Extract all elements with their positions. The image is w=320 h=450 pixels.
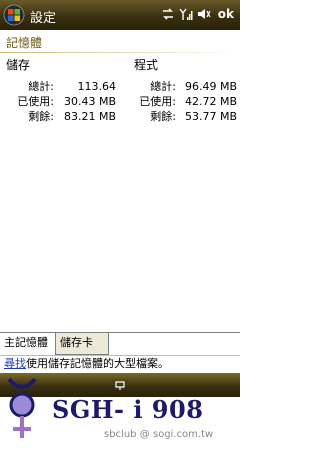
storage-used-value: 30.43 MB (63, 95, 116, 108)
storage-total-label: 總計: (28, 80, 54, 93)
status-icons: ok (161, 7, 234, 21)
ok-button[interactable]: ok (218, 7, 234, 21)
volume-icon[interactable] (197, 7, 211, 21)
program-total-row: 總計: 96.49 MB (134, 79, 238, 94)
storage-total-value: 113.64 (77, 80, 117, 93)
title-bar: 設定 ok (0, 0, 240, 30)
program-used-label: 已使用: (139, 95, 176, 108)
storage-used-row: 已使用: 30.43 MB (6, 94, 116, 109)
signal-icon[interactable] (179, 7, 193, 21)
watermark: SGH- i 908 sbclub @ sogi.com.tw (0, 377, 240, 450)
storage-free-row: 剩餘: 83.21 MB (6, 109, 116, 124)
storage-free-label: 剩餘: (28, 110, 54, 123)
hint-text: 使用儲存記憶體的大型檔案。 (26, 357, 169, 370)
storage-heading: 儲存 (6, 58, 31, 72)
page-header: 記憶體 (0, 30, 240, 53)
program-used-value: 42.72 MB (184, 95, 237, 108)
page-title: 記憶體 (6, 36, 43, 50)
storage-memory-panel: 儲存 總計: 113.64 已使用: 30.43 MB 剩餘: 83.21 MB (6, 58, 116, 124)
program-free-value: 53.77 MB (184, 110, 237, 123)
program-total-label: 總計: (150, 80, 176, 93)
venus-symbol-logo (7, 377, 37, 438)
program-total-value: 96.49 MB (184, 80, 237, 93)
windows-start-icon[interactable] (3, 4, 25, 26)
find-link[interactable]: 尋找 (4, 357, 26, 370)
window-title: 設定 (30, 11, 57, 26)
storage-free-value: 83.21 MB (63, 110, 116, 123)
brand-watermark: SGH- i 908 (52, 395, 204, 424)
storage-used-label: 已使用: (17, 95, 54, 108)
storage-total-row: 總計: 113.64 (6, 79, 116, 94)
tab-storage-card[interactable]: 儲存卡 (55, 333, 109, 355)
program-free-row: 剩餘: 53.77 MB (134, 109, 238, 124)
program-heading: 程式 (134, 58, 159, 72)
tab-main-memory[interactable]: 主記憶體 (0, 333, 59, 354)
keyboard-icon[interactable] (113, 378, 127, 392)
tab-strip: 主記憶體 儲存卡 (0, 332, 240, 355)
credit-watermark: sbclub @ sogi.com.tw (104, 429, 214, 440)
program-used-row: 已使用: 42.72 MB (134, 94, 238, 109)
program-free-label: 剩餘: (150, 110, 176, 123)
sync-icon[interactable] (161, 7, 175, 21)
program-memory-panel: 程式 總計: 96.49 MB 已使用: 42.72 MB 剩餘: 53.77 … (134, 58, 238, 124)
header-divider (0, 52, 240, 53)
large-files-hint: 尋找使用儲存記憶體的大型檔案。 (0, 355, 240, 373)
